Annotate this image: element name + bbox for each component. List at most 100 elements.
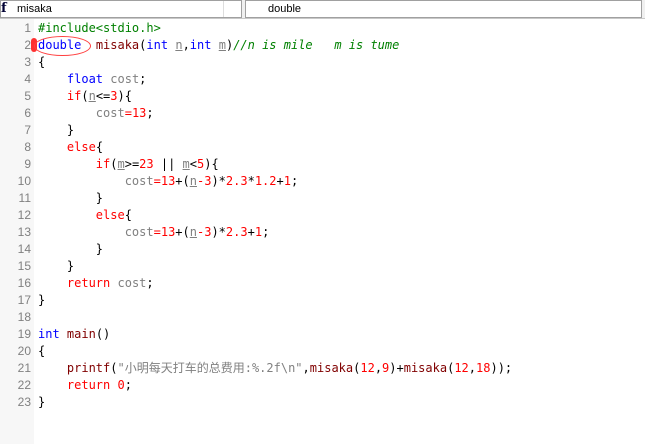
token-ctl: if [66,89,82,103]
token-var: cost [124,174,154,188]
token-p: >= [124,157,140,171]
token-var: cost [110,72,140,86]
line-number: 18 [17,310,31,324]
line-number: 11 [18,191,31,205]
token-p: } [38,395,46,409]
line-number: 20 [17,344,31,358]
code-text: if(m>=23 || m<5){ [38,156,219,173]
token-p: +( [175,225,190,239]
token-p: * [247,174,255,188]
code-text: printf("小明每天打车的总费用:%.2f\n",misaka(12,9)+… [38,360,512,377]
token-p: ){ [204,157,219,171]
token-p: , [374,361,383,375]
token-p: + [276,174,284,188]
token-var: cost [117,276,147,290]
token-p: () [95,327,111,341]
code-text: int main() [38,326,110,343]
line-number: 15 [17,259,31,273]
token-p [38,140,67,154]
token-p: ; [139,72,147,86]
token-p: { [124,208,132,222]
token-fn: misaka [309,361,354,375]
token-ctl: if [95,157,111,171]
token-pre: #include<stdio.h> [38,21,161,35]
token-p: { [95,140,104,154]
line-number: 1 [24,21,31,35]
token-p: , [182,38,190,52]
code-text: } [38,258,74,275]
token-p [38,174,125,188]
token-p: + [247,225,255,239]
token-p: { [38,55,46,69]
token-ctl: = [153,174,161,188]
token-fn: printf [66,361,111,375]
toolbar: f misaka double [0,0,645,19]
token-p: ; [124,378,132,392]
token-p: )); [490,361,513,375]
line-number: 17 [17,293,31,307]
line-number: 21 [17,361,31,375]
token-cm: //n is mile m is tume [233,38,400,52]
line-number: 22 [17,378,31,392]
token-num: 13 [131,106,147,120]
code-text: else{ [38,139,103,156]
token-p: ; [146,106,154,120]
token-ctl: return [66,276,111,290]
token-kw: int [38,327,60,341]
code-text: } [38,394,45,411]
token-p: ; [262,225,270,239]
token-p: +( [175,174,190,188]
token-p: } [38,259,75,273]
symbol-label: double [268,3,302,15]
line-number: 23 [17,395,31,409]
token-p: { [38,344,46,358]
code-text: } [38,292,45,309]
token-num: 13 [160,225,176,239]
scope-dropdown[interactable]: f misaka [0,0,242,18]
token-p [38,361,67,375]
token-p: , [302,361,310,375]
token-kw: float [66,72,104,86]
token-p: ; [290,174,299,188]
token-p: || [153,157,183,171]
code-text: #include<stdio.h> [38,20,161,37]
line-number: 12 [17,208,31,222]
token-p [38,276,67,290]
token-var: cost [95,106,125,120]
token-num: 3 [110,89,118,103]
line-number: 5 [24,89,31,103]
token-p: ){ [117,89,132,103]
function-icon: f [1,1,7,16]
symbol-dropdown[interactable]: double [245,0,642,18]
line-number: 10 [17,174,31,188]
token-p: < [189,157,197,171]
line-number: 19 [17,327,31,341]
token-fn: misaka [403,361,448,375]
token-ctl: else [95,208,125,222]
line-number: 3 [24,55,31,69]
token-p [211,38,218,52]
token-var: cost [124,225,154,239]
token-p [38,89,67,103]
code-text: else{ [38,207,132,224]
token-p [38,157,96,171]
token-p [38,378,67,392]
token-p: ( [110,361,118,375]
token-p [110,378,117,392]
token-num: 1 [283,174,291,188]
code-text: } [38,241,103,258]
token-str: "小明每天打车的总费用:%.2f\n" [117,361,303,375]
token-p [38,106,96,120]
token-p: ; [146,276,154,290]
line-number: 14 [17,242,31,256]
token-p: )* [211,174,226,188]
token-num: 18 [476,361,491,375]
token-param: n [189,174,197,188]
token-kw: int [146,38,169,52]
token-p: )+ [389,361,404,375]
token-num: 1.2 [254,174,277,188]
token-num: 2.3 [225,174,248,188]
token-param: m [218,38,226,52]
divider [223,1,224,17]
token-ctl: return [66,378,111,392]
